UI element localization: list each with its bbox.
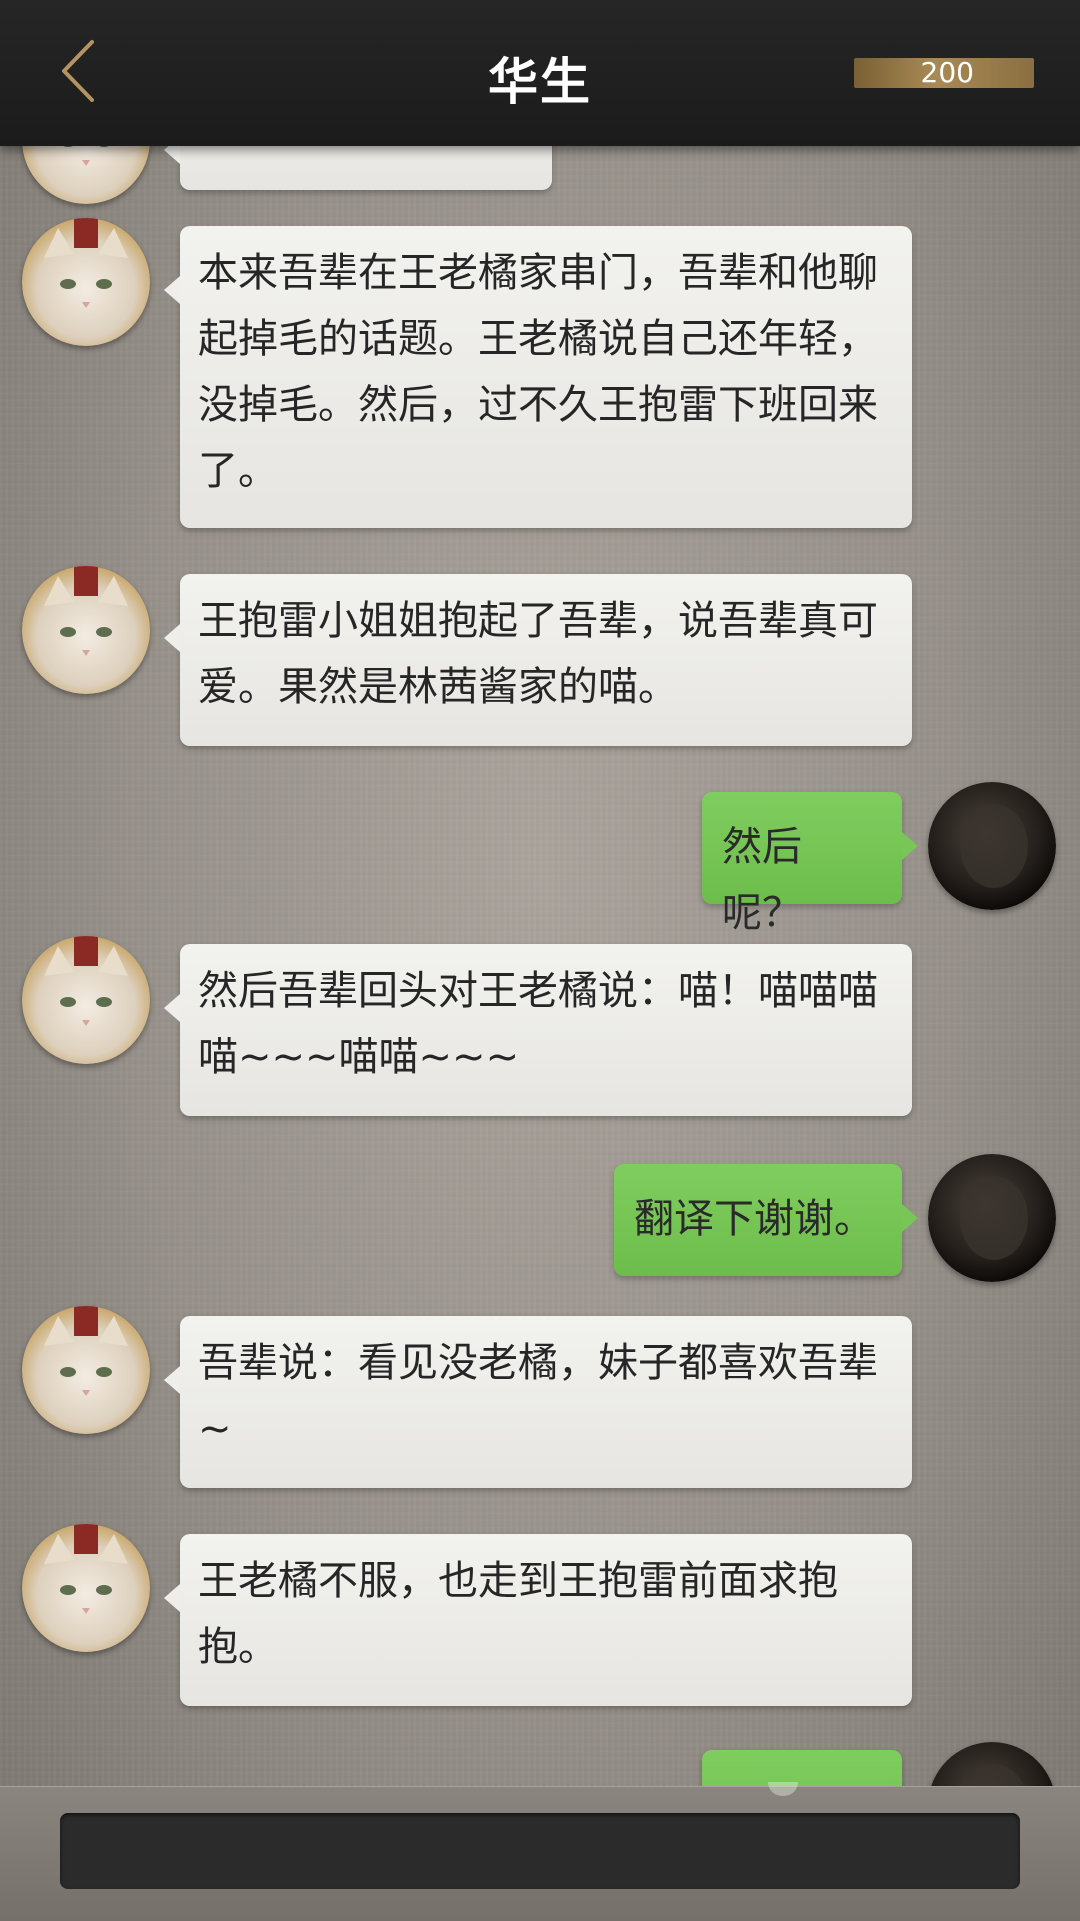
cat-avatar[interactable]	[22, 936, 150, 1064]
message-text: 翻译下谢谢。	[634, 1196, 874, 1242]
message-bubble-incoming[interactable]: 吾辈说：看见没老橘，妹子都喜欢吾辈~	[164, 1316, 912, 1488]
cat-avatar[interactable]	[22, 1306, 150, 1434]
message-text: 吾辈说：看见没老橘，妹子都喜欢吾辈~	[198, 1340, 878, 1452]
user-avatar[interactable]	[928, 1154, 1056, 1282]
message-bubble-outgoing[interactable]	[702, 1750, 902, 1786]
message-list[interactable]: 本来吾辈在王老橘家串门，吾辈和他聊起掉毛的话题。王老橘说自己还年轻，没掉毛。然后…	[0, 146, 1080, 1786]
user-avatar[interactable]	[928, 1742, 1056, 1786]
message-bubble-incoming[interactable]: 王抱雷小姐姐抱起了吾辈，说吾辈真可爱。果然是林茜酱家的喵。	[164, 574, 912, 746]
cat-avatar[interactable]	[22, 1524, 150, 1652]
message-text: 王老橘不服，也走到王抱雷前面求抱抱。	[198, 1558, 838, 1670]
chat-screen: 华生 200 本来吾辈在王老橘家串门，吾辈和他聊起掉毛的话题。王老橘说自己还年轻…	[0, 0, 1080, 1921]
input-bar	[0, 1786, 1080, 1921]
coin-balance: 200	[854, 58, 1034, 88]
cat-avatar[interactable]	[22, 146, 150, 204]
message-text: 然后呢？	[722, 824, 802, 936]
user-avatar[interactable]	[928, 782, 1056, 910]
message-text: 王抱雷小姐姐抱起了吾辈，说吾辈真可爱。果然是林茜酱家的喵。	[198, 598, 878, 710]
message-bubble-incoming[interactable]: 然后吾辈回头对王老橘说：喵！喵喵喵喵~~~喵喵~~~	[164, 944, 912, 1116]
message-bubble-outgoing[interactable]: 翻译下谢谢。	[614, 1164, 918, 1276]
message-bubble-incoming[interactable]: 本来吾辈在王老橘家串门，吾辈和他聊起掉毛的话题。王老橘说自己还年轻，没掉毛。然后…	[164, 226, 912, 528]
message-bubble-outgoing[interactable]: 然后呢？	[702, 792, 918, 936]
message-text: 然后吾辈回头对王老橘说：喵！喵喵喵喵~~~喵喵~~~	[198, 968, 878, 1080]
message-text: 本来吾辈在王老橘家串门，吾辈和他聊起掉毛的话题。王老橘说自己还年轻，没掉毛。然后…	[198, 250, 878, 494]
cat-avatar[interactable]	[22, 218, 150, 346]
message-input[interactable]	[60, 1813, 1020, 1889]
message-bubble-incoming[interactable]	[164, 146, 552, 190]
message-bubble-incoming[interactable]: 王老橘不服，也走到王抱雷前面求抱抱。	[164, 1534, 912, 1706]
top-bar: 华生 200	[0, 0, 1080, 146]
cat-avatar[interactable]	[22, 566, 150, 694]
